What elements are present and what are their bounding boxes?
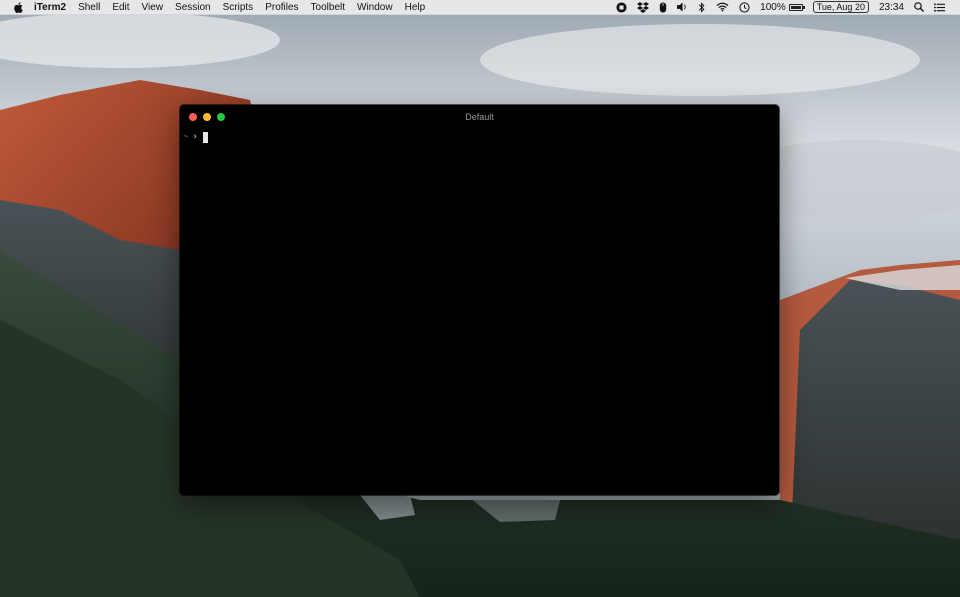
menu-bar-left: iTerm2 Shell Edit View Session Scripts P…	[0, 0, 431, 14]
bluetooth-icon[interactable]	[693, 0, 711, 14]
spotlight-icon[interactable]	[909, 0, 929, 14]
apple-icon[interactable]	[8, 0, 30, 14]
traffic-lights	[189, 113, 225, 121]
menu-bar-status: 100% Tue, Aug 20 23:34	[611, 0, 960, 14]
wifi-icon[interactable]	[711, 0, 734, 14]
notification-center-icon[interactable]	[929, 0, 950, 14]
maximize-button[interactable]	[217, 113, 225, 121]
terminal-window[interactable]: Default ~ ›	[180, 105, 779, 495]
record-icon[interactable]	[611, 0, 632, 14]
window-titlebar[interactable]: Default	[180, 105, 779, 129]
prompt-symbol: ›	[192, 132, 198, 142]
menu-shell[interactable]: Shell	[72, 0, 106, 14]
menu-edit[interactable]: Edit	[106, 0, 135, 14]
clock[interactable]: 23:34	[874, 0, 909, 14]
battery-icon	[788, 3, 805, 11]
menu-toolbelt[interactable]: Toolbelt	[305, 0, 351, 14]
window-title: Default	[465, 112, 494, 122]
date-status[interactable]: Tue, Aug 20	[808, 0, 874, 14]
dropbox-icon[interactable]	[632, 0, 654, 14]
prompt-directory: ~	[183, 132, 189, 142]
terminal-content[interactable]: ~ ›	[180, 129, 779, 495]
mouse-icon[interactable]	[654, 0, 672, 14]
text-cursor	[202, 131, 208, 143]
battery-status[interactable]: 100%	[755, 0, 808, 14]
menu-bar: iTerm2 Shell Edit View Session Scripts P…	[0, 0, 960, 15]
battery-percent: 100%	[760, 1, 786, 13]
menu-help[interactable]: Help	[399, 0, 432, 14]
menu-session[interactable]: Session	[169, 0, 217, 14]
menu-view[interactable]: View	[136, 0, 170, 14]
app-menu[interactable]: iTerm2	[30, 0, 72, 14]
time-machine-icon[interactable]	[734, 0, 755, 14]
menu-profiles[interactable]: Profiles	[259, 0, 304, 14]
menu-scripts[interactable]: Scripts	[217, 0, 260, 14]
volume-icon[interactable]	[672, 0, 693, 14]
battery-fill	[790, 5, 801, 9]
date-text: Tue, Aug 20	[812, 1, 869, 13]
prompt-line: ~ ›	[183, 131, 776, 143]
close-button[interactable]	[189, 113, 197, 121]
minimize-button[interactable]	[203, 113, 211, 121]
menu-window[interactable]: Window	[351, 0, 399, 14]
